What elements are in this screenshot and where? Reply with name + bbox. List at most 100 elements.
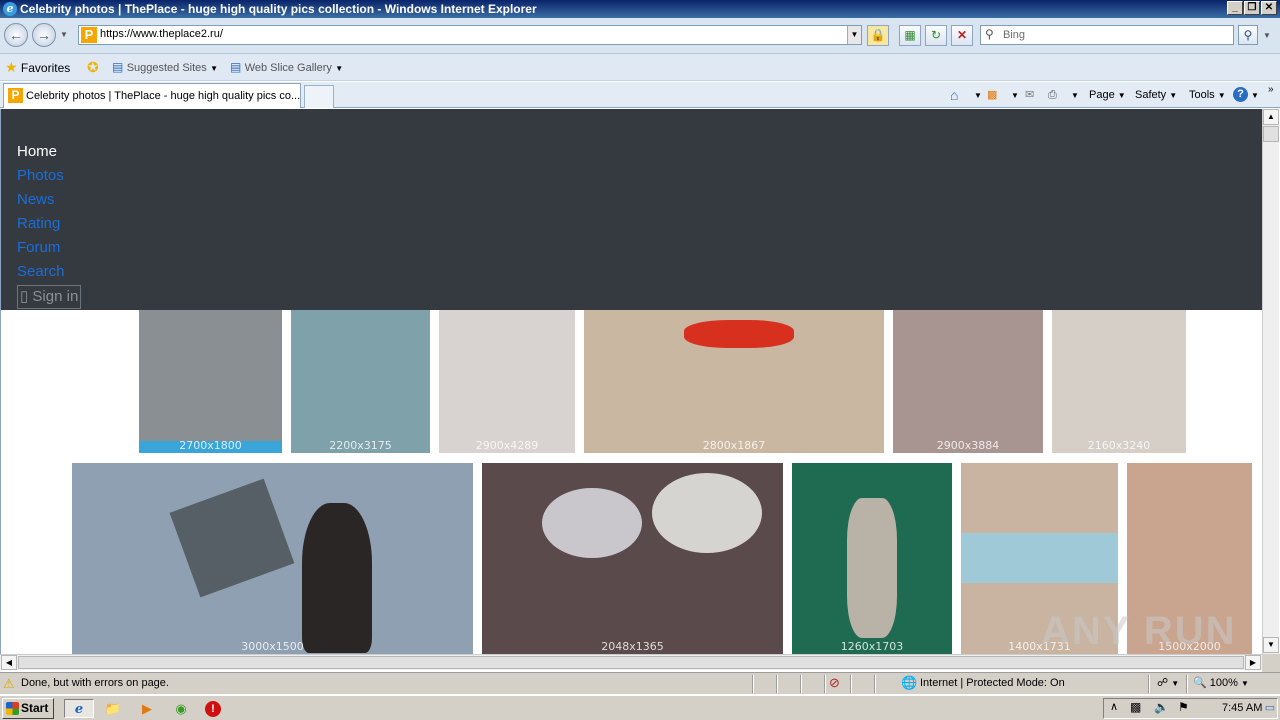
feeds-icon[interactable]: ▩ bbox=[987, 87, 997, 103]
nav-photos-link[interactable]: Photos bbox=[17, 166, 64, 186]
favorites-star-icon: ★ bbox=[5, 59, 18, 75]
refresh-icon[interactable]: ↻ bbox=[925, 25, 947, 46]
web-slice-gallery-button[interactable]: ▤ Web Slice Gallery ▼ bbox=[230, 59, 343, 77]
photo-thumbnail[interactable]: 2048x1365 bbox=[482, 463, 783, 654]
tab-title: Celebrity photos | ThePlace - huge high … bbox=[26, 90, 301, 102]
photo-size-label: 2900x4289 bbox=[475, 439, 539, 452]
scroll-up-button[interactable]: ▲ bbox=[1263, 109, 1279, 125]
help-icon[interactable]: ? bbox=[1233, 87, 1248, 102]
safety-menu-label: Safety bbox=[1135, 89, 1167, 101]
photo-size-label: 2700x1800 bbox=[179, 439, 242, 452]
status-divider bbox=[800, 675, 802, 693]
sign-in-button[interactable]: ▯ Sign in bbox=[17, 285, 82, 309]
suggested-sites-label: Suggested Sites bbox=[126, 62, 207, 74]
suggested-sites-button[interactable]: ▤ Suggested Sites ▼ bbox=[112, 59, 218, 77]
forward-button[interactable]: → bbox=[32, 23, 56, 47]
nav-search-link[interactable]: Search bbox=[17, 262, 65, 282]
figure-shape bbox=[847, 498, 897, 638]
window-title-bar: e Celebrity photos | ThePlace - huge hig… bbox=[0, 0, 1280, 18]
compatibility-view-icon[interactable]: ▦ bbox=[899, 25, 921, 46]
tray-expand-icon[interactable]: ∧ bbox=[1110, 700, 1118, 713]
address-dropdown-icon[interactable]: ▼ bbox=[847, 26, 861, 44]
horizontal-scroll-thumb[interactable] bbox=[18, 656, 1244, 669]
status-divider bbox=[874, 675, 876, 693]
photo-size-label: 2800x1867 bbox=[702, 439, 766, 452]
site-favicon-icon: P bbox=[8, 88, 23, 103]
photo-size-label: 2048x1365 bbox=[601, 640, 664, 653]
minimize-button[interactable]: _ bbox=[1227, 1, 1243, 15]
search-input[interactable]: ⚲ Bing bbox=[980, 25, 1234, 45]
site-favicon-icon: P bbox=[81, 27, 97, 43]
wings-shape bbox=[542, 488, 642, 558]
scroll-down-button[interactable]: ▼ bbox=[1263, 637, 1279, 653]
show-desktop-icon[interactable]: ▭ bbox=[1260, 699, 1280, 718]
security-zone-label[interactable]: Internet | Protected Mode: On bbox=[920, 677, 1065, 689]
status-divider bbox=[1148, 675, 1150, 693]
page-menu[interactable]: Page ▼ bbox=[1089, 87, 1126, 104]
scroll-thumb[interactable] bbox=[1263, 126, 1279, 142]
media-player-icon[interactable]: ▶ bbox=[137, 699, 157, 718]
folder-icon[interactable]: 📁 bbox=[103, 699, 123, 718]
start-button[interactable]: Start bbox=[2, 698, 54, 719]
photo-thumbnail[interactable]: 3000x1500 bbox=[72, 463, 473, 654]
nav-home-link[interactable]: Home bbox=[17, 142, 57, 162]
horizontal-scrollbar[interactable]: ◀ ▶ bbox=[0, 654, 1262, 670]
action-center-flag-icon[interactable]: ⚑ bbox=[1178, 700, 1189, 714]
search-icon: ⚲ bbox=[985, 27, 994, 41]
help-dropdown-icon[interactable]: ▼ bbox=[1251, 87, 1259, 104]
protected-mode-icon[interactable]: ☍ ▼ bbox=[1157, 676, 1179, 689]
security-app-icon[interactable]: ! bbox=[205, 701, 221, 717]
close-window-button[interactable]: ✕ bbox=[1261, 1, 1277, 15]
status-bar: ⚠ Done, but with errors on page. ⊘ 🌐 Int… bbox=[0, 672, 1280, 694]
zoom-control[interactable]: 🔍 100% ▼ bbox=[1193, 676, 1249, 689]
scroll-right-button[interactable]: ▶ bbox=[1245, 655, 1261, 670]
feeds-dropdown-icon[interactable]: ▼ bbox=[1011, 87, 1019, 104]
site-navigation: Home Photos News Rating Forum Search ▯ S… bbox=[1, 109, 1262, 310]
back-button[interactable]: ← bbox=[4, 23, 28, 47]
more-commands-icon[interactable]: » bbox=[1268, 82, 1274, 98]
nav-rating-link[interactable]: Rating bbox=[17, 214, 60, 234]
pool-shape bbox=[961, 533, 1118, 583]
figure-shape bbox=[302, 503, 372, 653]
lock-icon[interactable]: 🔒 bbox=[867, 25, 889, 46]
add-to-favorites-bar-icon[interactable]: ✪ bbox=[87, 59, 99, 77]
network-icon[interactable]: ▩ bbox=[1130, 700, 1141, 714]
scroll-left-button[interactable]: ◀ bbox=[1, 655, 17, 670]
new-tab-button[interactable] bbox=[304, 85, 334, 108]
photo-size-label: 2160x3240 bbox=[1087, 439, 1151, 452]
nav-news-link[interactable]: News bbox=[17, 190, 55, 210]
favorites-button[interactable]: ★ Favorites bbox=[5, 59, 70, 77]
stop-icon[interactable]: ✕ bbox=[951, 25, 973, 46]
tab-active[interactable]: P Celebrity photos | ThePlace - huge hig… bbox=[3, 83, 301, 108]
zoom-level: 100% bbox=[1209, 677, 1238, 689]
photo-size-label: 1260x1703 bbox=[840, 640, 904, 653]
page-icon: ▤ bbox=[230, 60, 242, 74]
search-options-icon[interactable]: ▼ bbox=[1263, 31, 1271, 40]
tools-menu[interactable]: Tools ▼ bbox=[1189, 87, 1226, 104]
chrome-icon[interactable]: ◉ bbox=[171, 699, 191, 718]
address-bar[interactable]: P https://www.theplace2.ru/ ▼ bbox=[78, 25, 862, 45]
privacy-icon[interactable]: ⊘ bbox=[829, 675, 840, 691]
print-icon[interactable]: ⎙ bbox=[1048, 87, 1057, 103]
favorites-label: Favorites bbox=[20, 61, 71, 75]
print-dropdown-icon[interactable]: ▼ bbox=[1071, 87, 1079, 104]
history-dropdown-icon[interactable]: ▼ bbox=[60, 30, 68, 39]
vertical-scrollbar[interactable]: ▲ ▼ bbox=[1262, 109, 1279, 654]
home-dropdown-icon[interactable]: ▼ bbox=[974, 87, 982, 104]
ie-taskbar-icon[interactable]: e bbox=[64, 699, 94, 718]
status-message: Done, but with errors on page. bbox=[21, 677, 169, 689]
tab-row: P Celebrity photos | ThePlace - huge hig… bbox=[0, 82, 1280, 108]
volume-icon[interactable]: 🔈 bbox=[1154, 700, 1169, 714]
clock[interactable]: 7:45 AM bbox=[1222, 702, 1262, 714]
address-url[interactable]: https://www.theplace2.ru/ bbox=[100, 28, 223, 40]
tools-menu-label: Tools bbox=[1189, 89, 1215, 101]
mail-icon[interactable]: ✉ bbox=[1025, 87, 1034, 103]
photo-thumbnail[interactable]: 1260x1703 bbox=[792, 463, 952, 654]
nav-forum-link[interactable]: Forum bbox=[17, 238, 60, 258]
restore-button[interactable]: ❐ bbox=[1244, 1, 1260, 15]
safety-menu[interactable]: Safety ▼ bbox=[1135, 87, 1177, 104]
warning-icon[interactable]: ⚠ bbox=[3, 676, 15, 692]
search-go-button[interactable]: ⚲ bbox=[1238, 25, 1258, 45]
scroll-corner bbox=[1262, 654, 1280, 672]
home-icon[interactable]: ⌂ bbox=[950, 87, 958, 103]
